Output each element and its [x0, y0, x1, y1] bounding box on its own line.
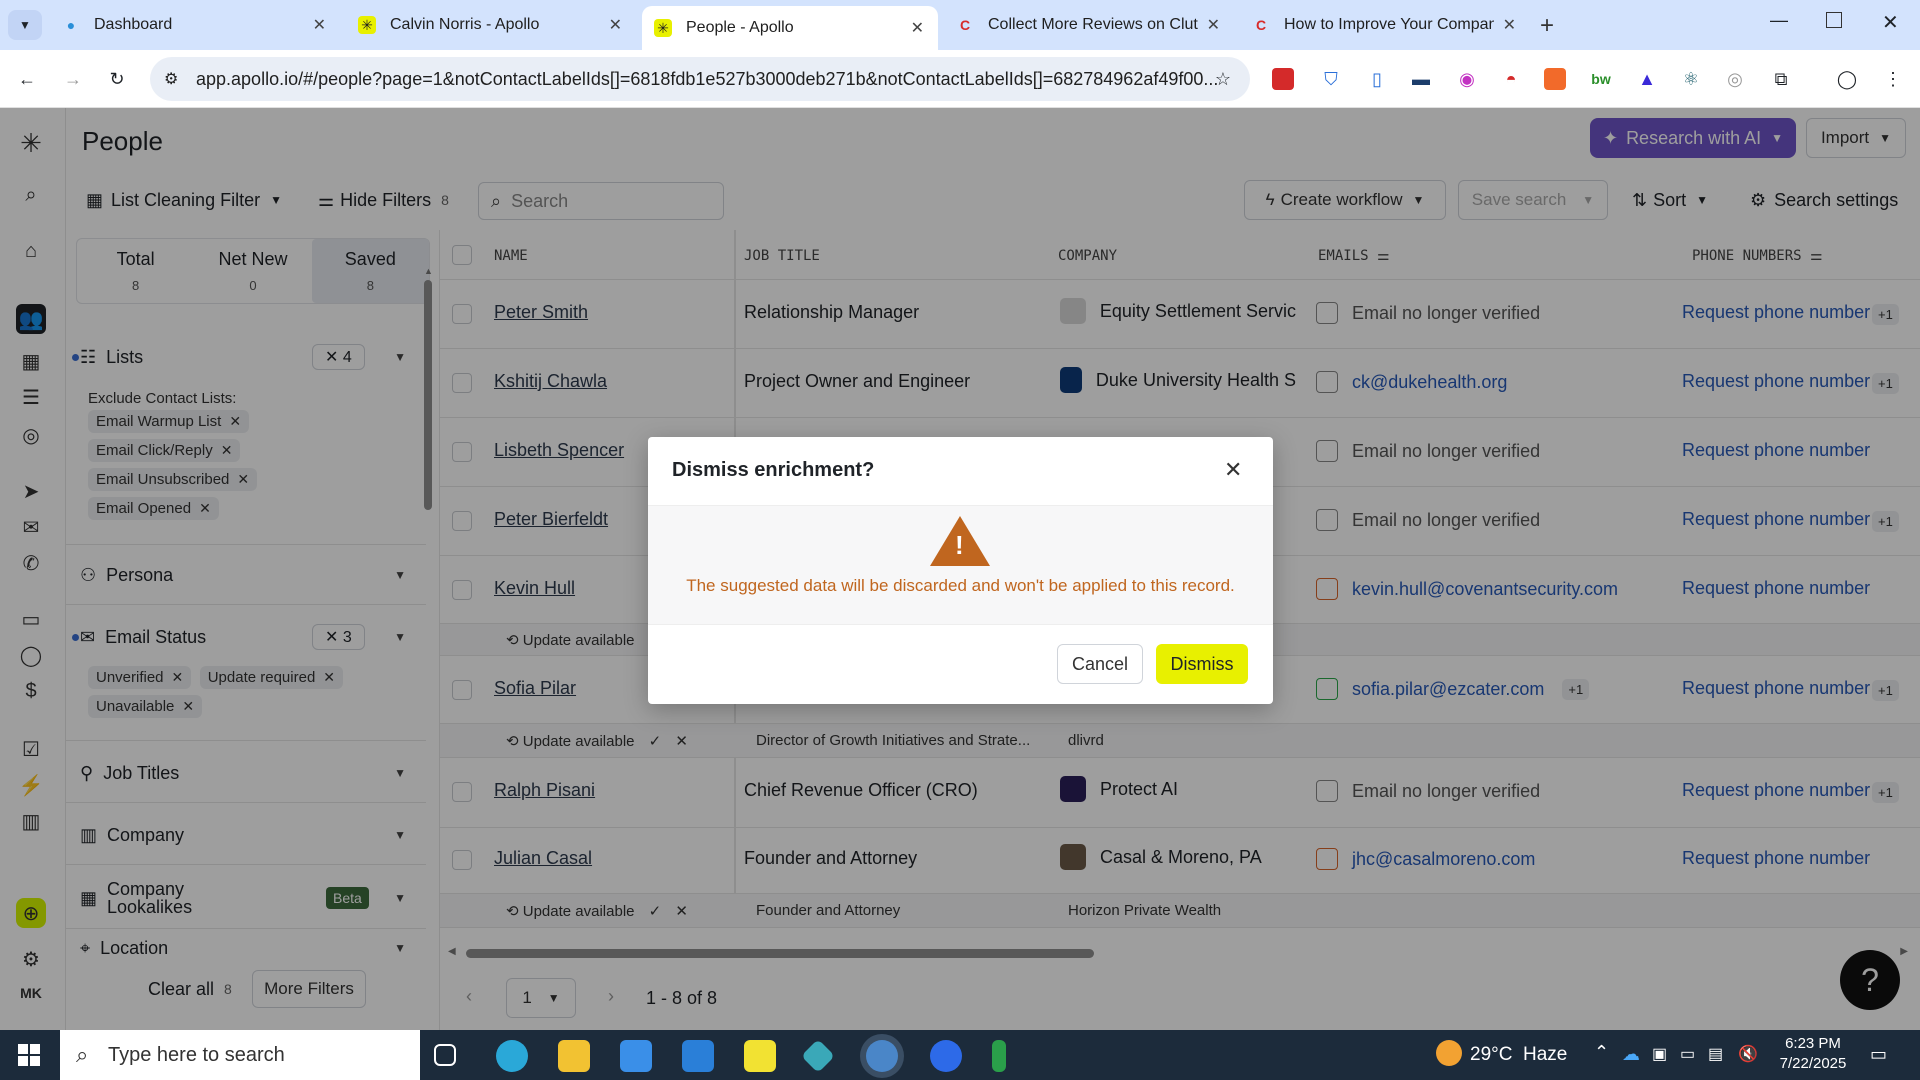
- address-bar[interactable]: ⚙ app.apollo.io/#/people?page=1&notConta…: [150, 57, 1250, 101]
- bw-extension-icon[interactable]: bw: [1588, 66, 1614, 92]
- clutch-icon: C: [1255, 17, 1267, 33]
- close-icon[interactable]: ✕: [1224, 457, 1242, 483]
- taskbar-search-input[interactable]: ⌕ Type here to search: [60, 1030, 420, 1080]
- dismiss-enrichment-dialog: Dismiss enrichment? ✕ ! The suggested da…: [648, 437, 1273, 704]
- circle-extension-icon[interactable]: ◉: [1454, 66, 1480, 92]
- new-tab-button[interactable]: +: [1540, 12, 1554, 40]
- mail-app-icon[interactable]: [682, 1040, 714, 1072]
- puzzle-extensions-icon[interactable]: ⧉: [1768, 66, 1794, 92]
- forward-icon[interactable]: →: [60, 66, 86, 92]
- clutch-icon: C: [959, 17, 971, 33]
- network-icon[interactable]: ▤: [1708, 1044, 1723, 1064]
- weather-icon[interactable]: [1436, 1040, 1462, 1066]
- compass-extension-icon[interactable]: ◎: [1722, 66, 1748, 92]
- tab-improve-company[interactable]: C How to Improve Your Company ✕: [1240, 8, 1530, 42]
- file-explorer-icon[interactable]: [558, 1040, 590, 1072]
- zoom-icon[interactable]: [930, 1040, 962, 1072]
- badge-extension-icon[interactable]: ▲: [1634, 66, 1660, 92]
- bookmark-star-icon[interactable]: ☆: [1210, 66, 1236, 92]
- notifications-icon[interactable]: ▭: [1870, 1044, 1887, 1065]
- app-diamond-icon[interactable]: [801, 1039, 835, 1073]
- globe-icon: ●: [66, 17, 76, 33]
- tab-calvin-norris[interactable]: ✳ Calvin Norris - Apollo ✕: [346, 8, 636, 42]
- store-icon[interactable]: [620, 1040, 652, 1072]
- apollo-icon: ✳: [358, 16, 376, 34]
- react-extension-icon[interactable]: ⚛: [1678, 66, 1704, 92]
- cancel-button[interactable]: Cancel: [1057, 644, 1143, 684]
- browser-toolbar: ← → ↻ ⚙ app.apollo.io/#/people?page=1&no…: [0, 50, 1920, 108]
- back-icon[interactable]: ←: [14, 66, 40, 92]
- tag-extension-icon[interactable]: [1544, 68, 1566, 90]
- site-info-icon[interactable]: ⚙: [164, 69, 178, 89]
- close-icon[interactable]: ✕: [609, 15, 622, 35]
- dialog-message: The suggested data will be discarded and…: [686, 576, 1235, 595]
- tab-dashboard[interactable]: ● Dashboard ✕: [50, 8, 340, 42]
- windows-start-icon[interactable]: [18, 1044, 40, 1066]
- apollo-icon: ✳: [654, 19, 672, 37]
- tray-chevron-icon[interactable]: ⌃: [1594, 1042, 1609, 1063]
- battery-icon[interactable]: ▭: [1680, 1044, 1695, 1064]
- minimize-button[interactable]: —: [1770, 10, 1788, 31]
- tab-clutch-reviews[interactable]: C Collect More Reviews on Clutch ✕: [944, 8, 1234, 42]
- folder-extension-icon[interactable]: ▬: [1408, 66, 1434, 92]
- warning-icon: !: [930, 516, 990, 566]
- pdf-extension-icon[interactable]: [1272, 68, 1294, 90]
- reload-icon[interactable]: ↻: [104, 66, 130, 92]
- tray-app-icon[interactable]: ▣: [1652, 1044, 1667, 1064]
- restore-button[interactable]: [1826, 12, 1842, 28]
- windows-taskbar: ⌕ Type here to search 29°C Haze ⌃ ☁ ▣ ▭ …: [0, 1030, 1920, 1080]
- dialog-body: ! The suggested data will be discarded a…: [648, 505, 1273, 625]
- close-icon[interactable]: ✕: [1207, 15, 1220, 35]
- sticky-notes-icon[interactable]: [744, 1040, 776, 1072]
- browser-tab-strip: ▼ ● Dashboard ✕ ✳ Calvin Norris - Apollo…: [0, 0, 1920, 50]
- volume-muted-icon[interactable]: 🔇: [1738, 1044, 1758, 1064]
- profile-icon[interactable]: ◯: [1834, 66, 1860, 92]
- clock[interactable]: 6:23 PM 7/22/2025: [1768, 1034, 1858, 1074]
- tab-search-button[interactable]: ▼: [8, 10, 42, 40]
- dialog-title: Dismiss enrichment?: [672, 459, 875, 481]
- close-icon[interactable]: ✕: [313, 15, 326, 35]
- menu-kebab-icon[interactable]: ⋮: [1880, 66, 1906, 92]
- weather-text[interactable]: 29°C Haze: [1470, 1044, 1567, 1066]
- close-icon[interactable]: ✕: [1503, 15, 1516, 35]
- edge-icon[interactable]: [496, 1040, 528, 1072]
- shield-extension-icon[interactable]: ⛉: [1318, 66, 1344, 92]
- tab-people-apollo[interactable]: ✳ People - Apollo ✕: [642, 6, 938, 50]
- document-extension-icon[interactable]: ▯: [1364, 66, 1390, 92]
- chrome-icon[interactable]: [866, 1040, 898, 1072]
- app-pen-icon[interactable]: [992, 1040, 1006, 1072]
- onedrive-icon[interactable]: ☁: [1622, 1044, 1640, 1065]
- task-view-icon[interactable]: [434, 1044, 456, 1066]
- search-icon: ⌕: [76, 1042, 89, 1067]
- dismiss-button[interactable]: Dismiss: [1156, 644, 1248, 684]
- pokeball-extension-icon[interactable]: ◓: [1498, 66, 1524, 92]
- close-icon[interactable]: ✕: [911, 18, 924, 38]
- close-window-button[interactable]: ✕: [1882, 10, 1899, 35]
